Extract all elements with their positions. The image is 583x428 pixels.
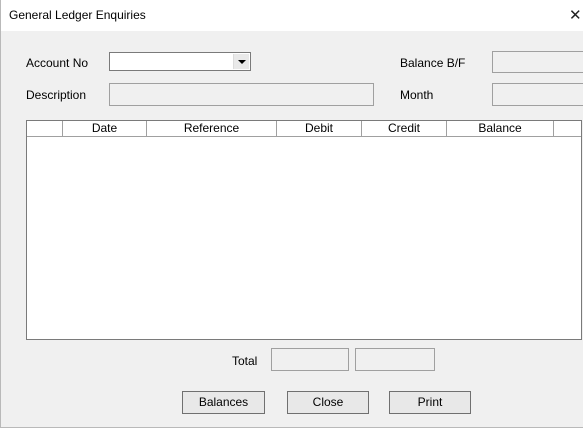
window-title: General Ledger Enquiries (9, 8, 146, 22)
column-header-reference[interactable]: Reference (147, 121, 277, 136)
grid-header: Date Reference Debit Credit Balance (27, 121, 581, 137)
description-label: Description (26, 88, 87, 102)
balance-bf-label: Balance B/F (400, 56, 466, 70)
title-bar: General Ledger Enquiries ✕ (1, 0, 583, 31)
close-button[interactable]: Close (287, 391, 369, 414)
column-header-extra (554, 121, 581, 136)
print-button[interactable]: Print (389, 391, 471, 414)
row-selector-header (27, 121, 63, 136)
description-field (109, 83, 374, 106)
total-debit-field (271, 348, 349, 371)
column-header-credit[interactable]: Credit (362, 121, 447, 136)
balance-bf-field (492, 51, 583, 73)
column-header-debit[interactable]: Debit (277, 121, 362, 136)
balances-button[interactable]: Balances (182, 391, 265, 414)
month-label: Month (400, 88, 434, 102)
account-no-combo[interactable] (109, 52, 251, 71)
ledger-grid[interactable]: Date Reference Debit Credit Balance (26, 120, 582, 340)
account-no-label: Account No (26, 56, 89, 70)
chevron-down-icon[interactable] (233, 54, 249, 69)
total-credit-field (355, 348, 435, 371)
general-ledger-enquiries-window: General Ledger Enquiries ✕ Account No Ba… (0, 0, 583, 428)
column-header-date[interactable]: Date (63, 121, 147, 136)
total-label: Total (232, 354, 258, 368)
month-field (492, 83, 583, 106)
column-header-balance[interactable]: Balance (447, 121, 554, 136)
close-icon[interactable]: ✕ (569, 6, 582, 24)
